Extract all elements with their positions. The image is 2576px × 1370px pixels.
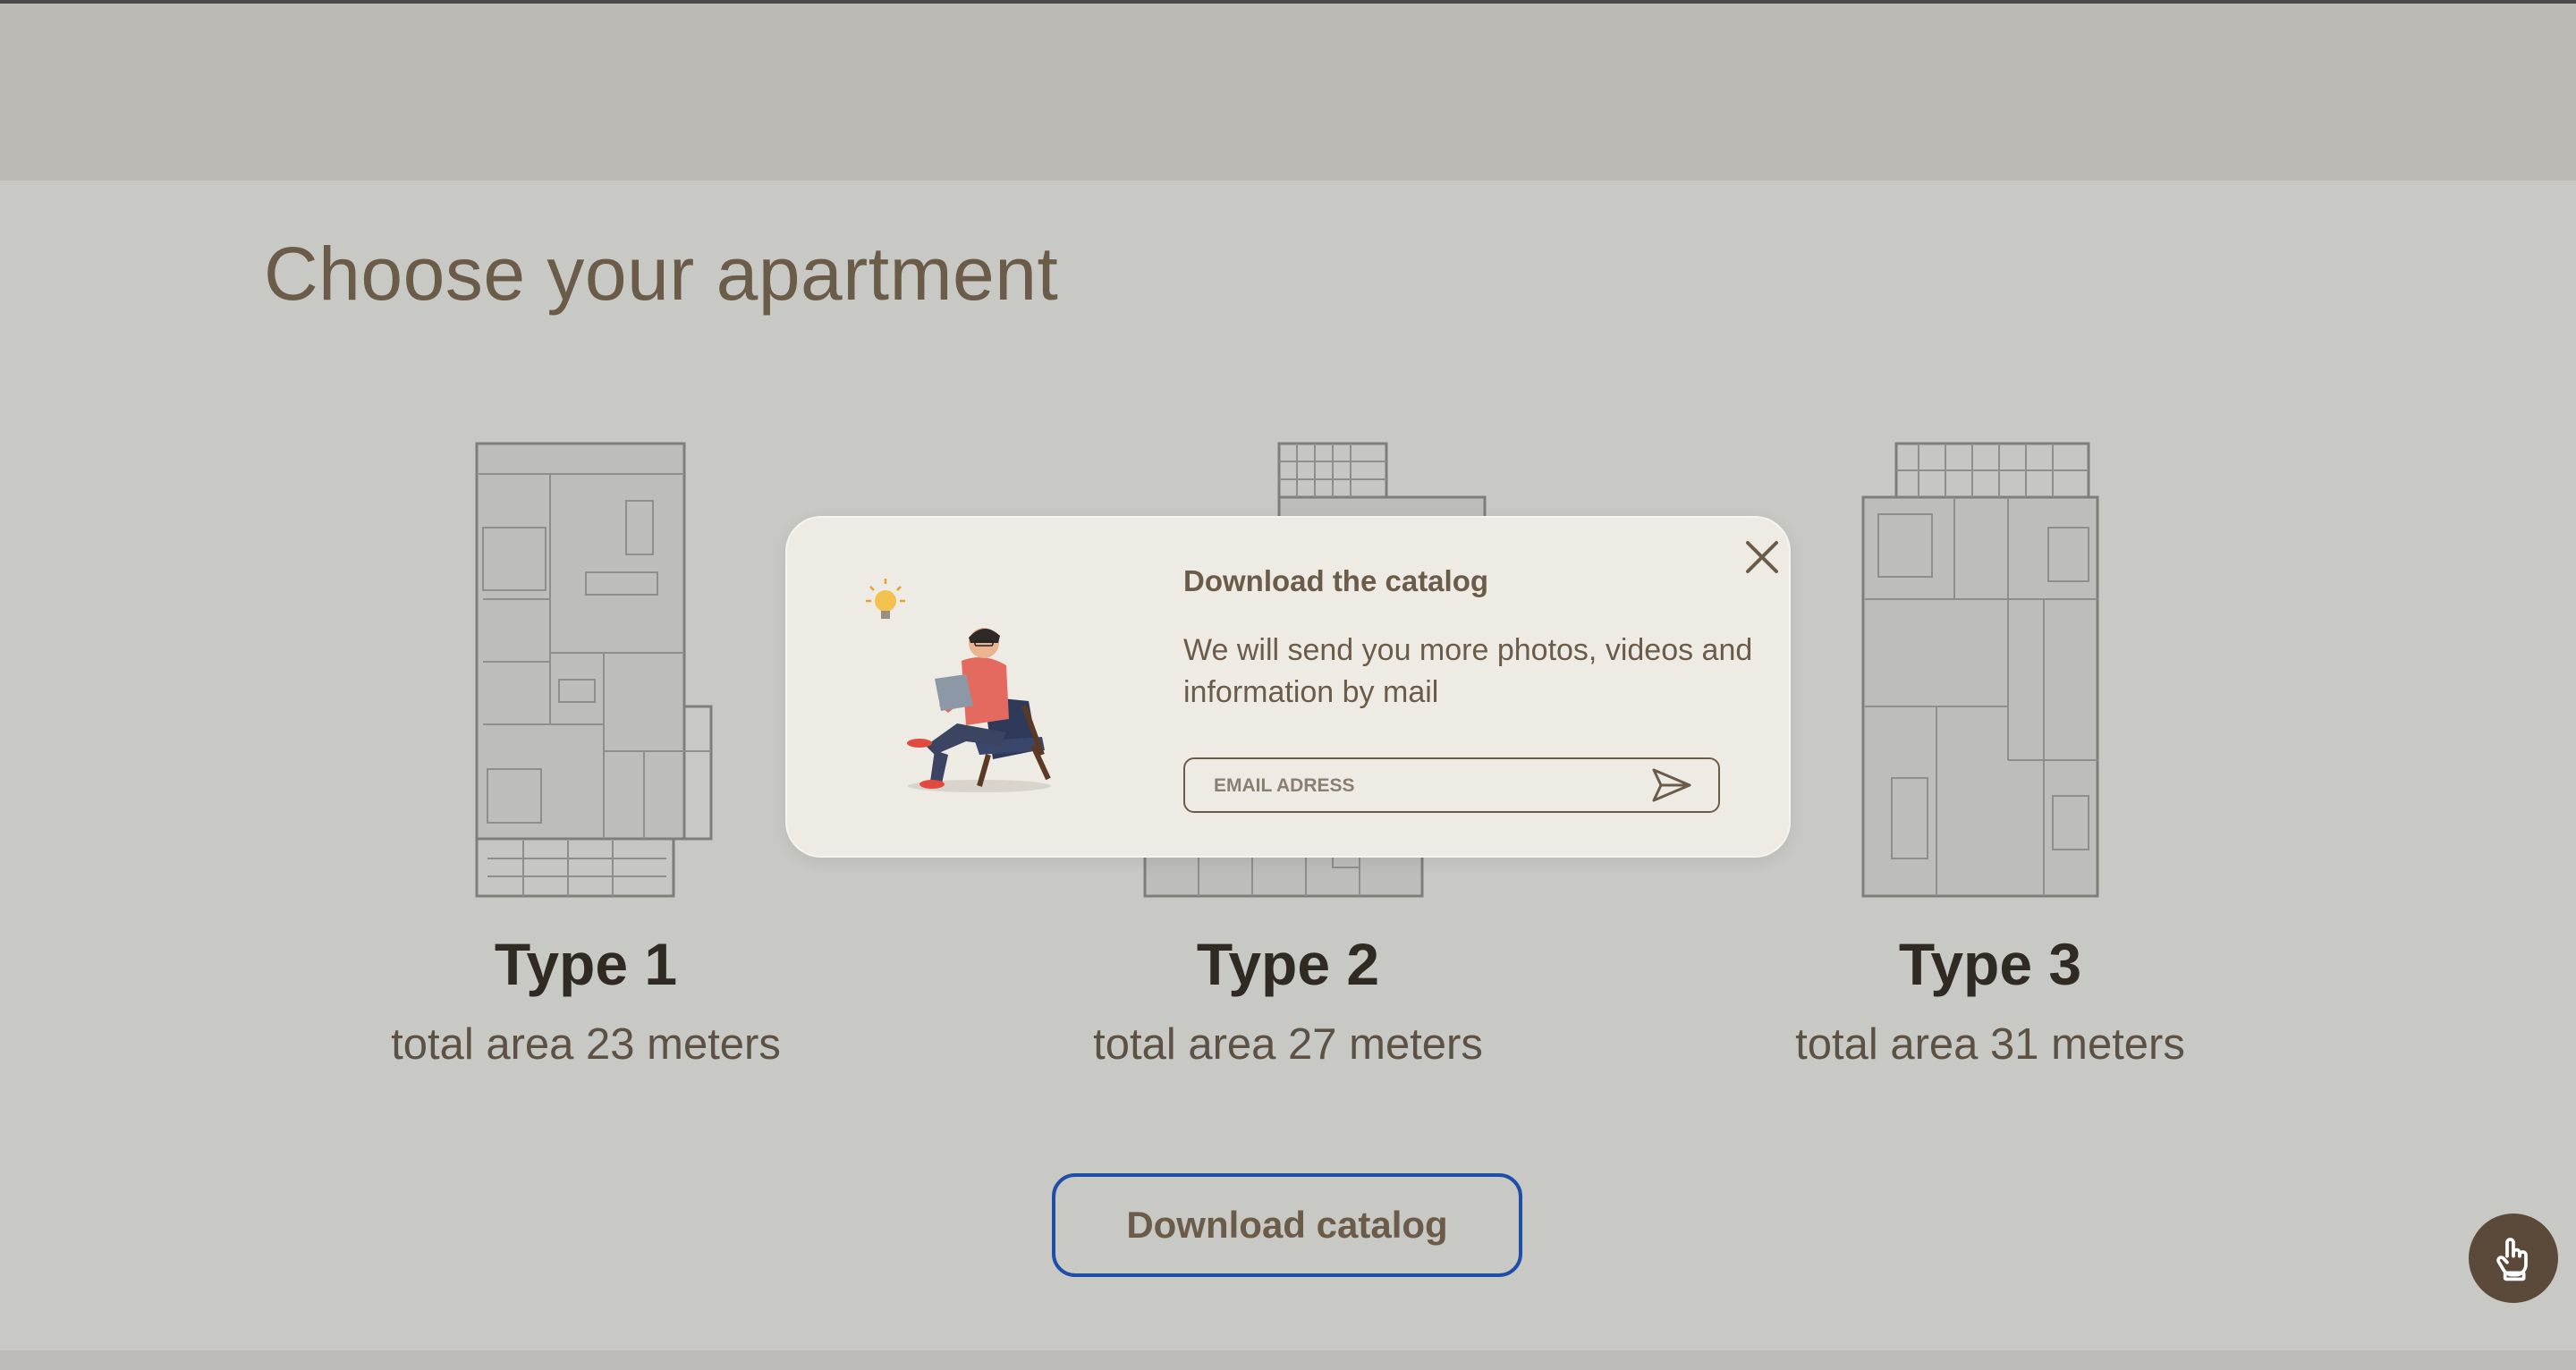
catalog-modal: Download the catalog We will send you mo… [785,516,1791,858]
apartment-type-title: Type 2 [1196,931,1380,997]
floating-action-button[interactable] [2469,1214,2558,1303]
floor-plan-image [475,442,713,898]
apartment-card-type-3[interactable]: Type 3 total area 31 meters [1740,438,2241,1100]
person-reading-illustration [866,579,1051,792]
apartment-type-title: Type 1 [494,931,678,997]
close-icon[interactable] [1739,534,1785,580]
apartment-area: total area 23 meters [391,1020,781,1069]
download-catalog-button[interactable]: Download catalog [1052,1173,1522,1277]
apartment-card-type-1[interactable]: Type 1 total area 23 meters [335,438,836,1100]
header-bar [0,4,2576,181]
apartment-area: total area 27 meters [1093,1020,1483,1069]
footer-edge [0,1350,2576,1370]
email-input[interactable] [1212,759,1645,813]
floor-plan-image [1861,442,2099,898]
email-form [1183,757,1720,813]
apartment-type-title: Type 3 [1898,931,2082,997]
modal-description: We will send you more photos, videos and… [1183,633,1753,709]
send-icon[interactable] [1648,765,1695,806]
modal-title: Download the catalog [1183,564,1489,597]
page-title: Choose your apartment [264,232,1059,316]
hand-pointer-icon [2496,1238,2528,1281]
apartment-area: total area 31 meters [1795,1020,2185,1069]
